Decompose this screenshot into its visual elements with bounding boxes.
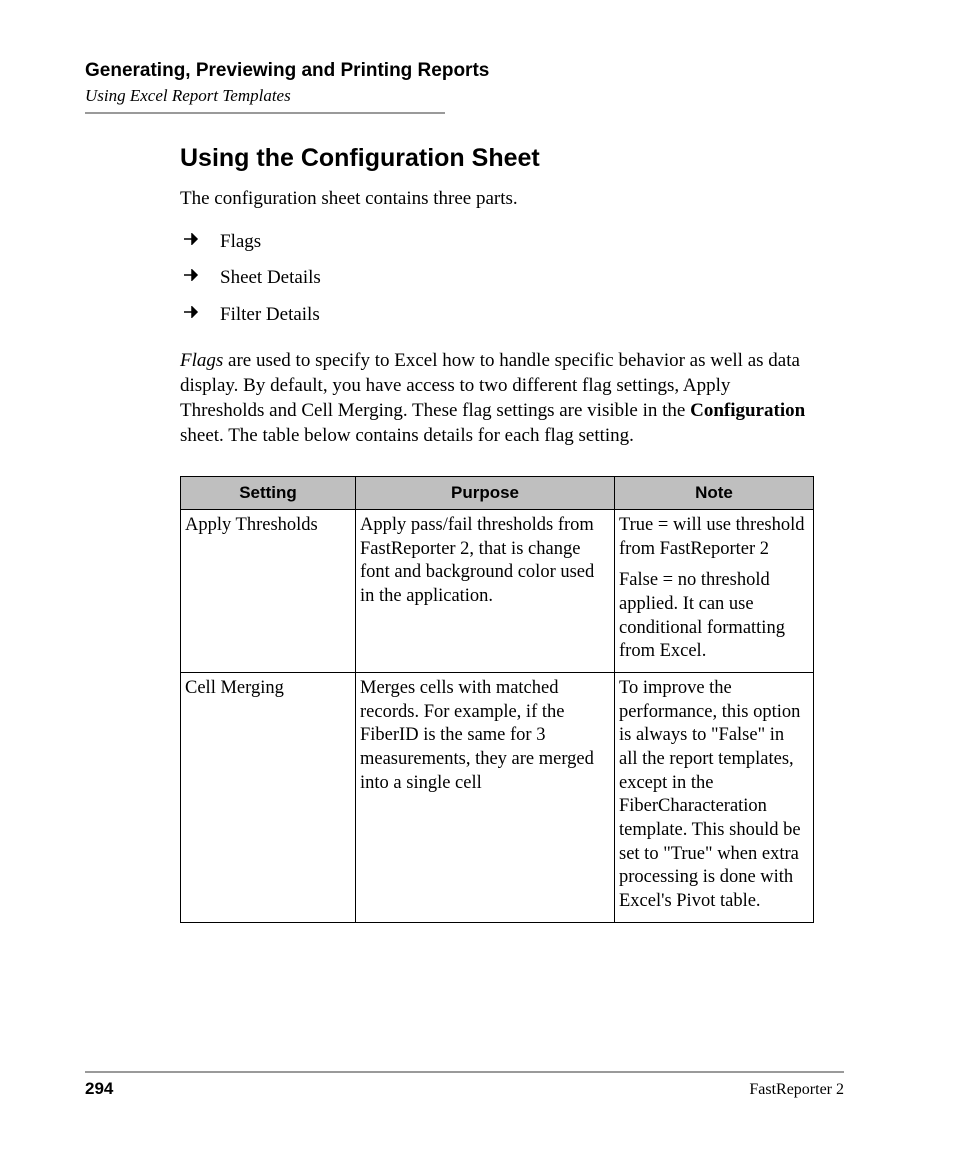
product-name: FastReporter 2 (749, 1081, 844, 1099)
col-header-purpose: Purpose (356, 477, 615, 510)
intro-text: The configuration sheet contains three p… (180, 187, 814, 212)
flags-paragraph: Flags are used to specify to Excel how t… (180, 348, 814, 448)
cell-purpose: Apply pass/fail thresholds from FastRepo… (356, 510, 615, 673)
cell-setting: Apply Thresholds (181, 510, 356, 673)
page-number: 294 (85, 1079, 113, 1099)
table-header-row: Setting Purpose Note (181, 477, 814, 510)
table-row: Apply Thresholds Apply pass/fail thresho… (181, 510, 814, 673)
main-content: Using the Configuration Sheet The config… (85, 144, 844, 923)
list-item: Flags (180, 224, 814, 261)
arrow-icon (184, 306, 204, 318)
flags-text-2: sheet. The table below contains details … (180, 425, 634, 446)
note-line: True = will use threshold from FastRepor… (619, 514, 807, 561)
arrow-icon (184, 233, 204, 245)
col-header-note: Note (615, 477, 814, 510)
chapter-title: Generating, Previewing and Printing Repo… (85, 60, 844, 82)
note-line: To improve the performance, this option … (619, 677, 807, 914)
arrow-icon (184, 269, 204, 281)
page-footer: 294 FastReporter 2 (85, 1071, 844, 1099)
table-row: Cell Merging Merges cells with matched r… (181, 673, 814, 923)
list-item-label: Flags (220, 231, 261, 252)
bullet-list: Flags Sheet Details Filter Details (180, 224, 814, 334)
footer-rule (85, 1071, 844, 1073)
running-header: Generating, Previewing and Printing Repo… (85, 60, 844, 114)
cell-note: True = will use threshold from FastRepor… (615, 510, 814, 673)
section-subtitle: Using Excel Report Templates (85, 86, 844, 106)
flags-table: Setting Purpose Note Apply Thresholds Ap… (180, 476, 814, 923)
cell-setting: Cell Merging (181, 673, 356, 923)
list-item-label: Filter Details (220, 304, 320, 325)
cell-note: To improve the performance, this option … (615, 673, 814, 923)
col-header-setting: Setting (181, 477, 356, 510)
list-item-label: Sheet Details (220, 267, 321, 288)
header-rule (85, 112, 445, 114)
flags-bold: Configuration (690, 400, 805, 421)
cell-purpose: Merges cells with matched records. For e… (356, 673, 615, 923)
list-item: Filter Details (180, 297, 814, 334)
note-line: False = no threshold applied. It can use… (619, 569, 807, 664)
list-item: Sheet Details (180, 260, 814, 297)
flags-italic: Flags (180, 350, 223, 371)
page-title: Using the Configuration Sheet (180, 144, 814, 173)
